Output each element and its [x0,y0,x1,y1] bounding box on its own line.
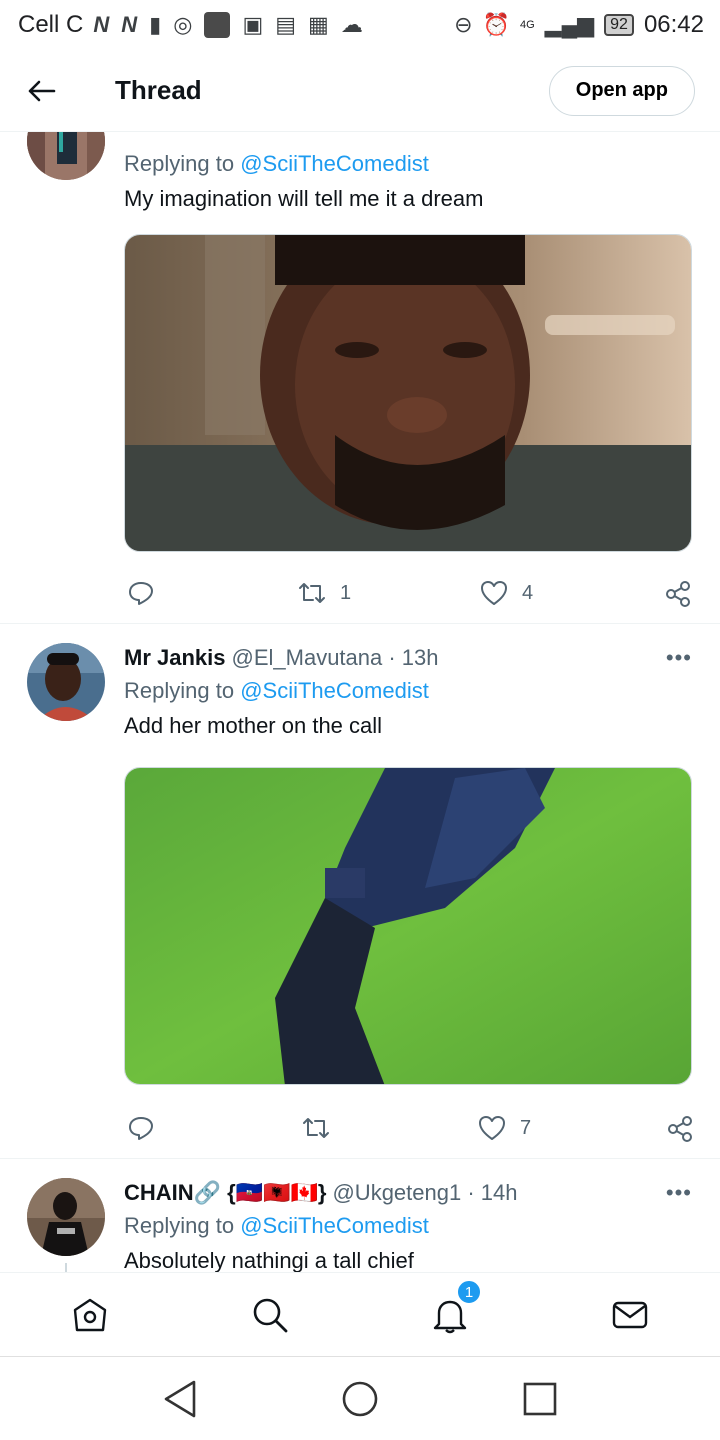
home-tab[interactable] [68,1293,112,1337]
share-icon [666,581,690,607]
square-recents-icon [523,1382,557,1416]
activity-icon: ▤ [275,12,297,37]
open-app-button[interactable]: Open app [548,65,695,116]
retweet-button[interactable] [302,1115,344,1141]
tweet-image[interactable] [124,234,692,552]
more-options-button[interactable]: ••• [666,645,692,671]
explore-tab[interactable] [248,1293,292,1337]
tweet-image[interactable] [124,767,692,1085]
image-icon: ▣ [242,12,264,37]
like-count: 7 [520,1116,532,1139]
notification-badge: 1 [456,1279,482,1305]
like-count: 4 [522,581,534,604]
circle-home-icon [342,1381,378,1417]
location-icon: ◎ [173,12,193,37]
share-button[interactable] [664,580,692,608]
mail-icon [612,1301,648,1329]
reply-icon [129,1117,153,1140]
replying-to: Replying to @SciiTheComedist [124,1213,429,1238]
more-options-button[interactable]: ••• [666,1180,692,1206]
do-not-disturb-icon: ⊖ [454,12,473,37]
author-meta: @El_Mavutana · 13h [231,645,439,670]
avatar[interactable] [27,643,105,721]
retweet-icon [299,583,325,603]
avatar-image [27,643,105,721]
mention-link[interactable]: @SciiTheComedist [240,678,429,703]
triangle-back-icon [164,1380,196,1418]
search-icon [253,1298,288,1333]
alarm-icon: ⏰ [482,12,511,37]
like-button[interactable]: 7 [478,1115,531,1141]
heart-icon [479,1116,505,1140]
page-title: Thread [115,75,202,105]
messages-tab[interactable] [608,1293,652,1337]
replying-to: Replying to @SciiTheComedist [124,151,429,176]
author-name[interactable]: Mr Jankis [124,645,226,671]
app-icon [204,12,231,38]
heart-icon [481,581,507,605]
system-recents-button[interactable] [518,1377,562,1421]
carrier-label: Cell C [18,11,84,38]
author-name[interactable]: CHAIN🔗 {🇭🇹🇦🇱🇨🇦} [124,1180,326,1206]
tweet[interactable]: Replying to @SciiTheComedist My imaginat… [0,132,720,624]
system-back-button[interactable] [158,1377,202,1421]
system-navigation [0,1357,720,1440]
thread-feed[interactable]: Replying to @SciiTheComedist My imaginat… [0,132,720,1272]
tweet-text: My imagination will tell me it a dream [124,186,484,211]
sim-icon: ▮ [149,12,162,37]
cloud-icon: ☁ [340,12,363,37]
tweet-actions: 7 [124,1107,694,1147]
signal-icon: ▂▄▆ [544,12,595,37]
share-button[interactable] [666,1115,694,1143]
battery-icon: 92 [604,14,634,36]
notification-icons: N N ▮ ◎ ▣ ▤ ▦ ☁ [93,12,363,38]
mention-link[interactable]: @SciiTheComedist [240,1213,429,1238]
n-app-icon: N [93,12,110,37]
arrow-left-icon [28,80,56,101]
author-meta: @Ukgeteng1 · 14h [332,1180,518,1205]
avatar-image [27,1178,105,1256]
thread-line [65,1263,67,1272]
tweet[interactable]: Mr Jankis @El_Mavutana · 13h ••• Replyin… [0,624,720,1159]
mention-link[interactable]: @SciiTheComedist [240,151,429,176]
crying-man-photo [125,235,691,551]
calendar-icon: ▦ [308,12,329,37]
notifications-tab[interactable]: 1 [428,1279,482,1337]
share-icon [668,1116,692,1142]
like-button[interactable]: 4 [480,580,533,606]
avatar[interactable] [27,132,105,180]
avatar[interactable] [27,1178,105,1256]
tweet[interactable]: CHAIN🔗 {🇭🇹🇦🇱🇨🇦} @Ukgeteng1 · 14h ••• Rep… [0,1159,720,1272]
tweet-text: Add her mother on the call [124,713,383,738]
tweet-actions: 1 4 [124,572,694,612]
reply-icon [129,582,153,605]
retweet-icon [303,1118,329,1138]
replying-to: Replying to @SciiTheComedist [124,678,429,703]
reply-button[interactable] [128,1115,154,1141]
retweet-count: 1 [340,581,352,604]
system-home-button[interactable] [338,1377,382,1421]
clock: 06:42 [643,11,704,38]
bottom-navigation: 1 [0,1272,720,1357]
retweet-button[interactable]: 1 [298,580,351,606]
tweet-header: Mr Jankis @El_Mavutana · 13h ••• [124,643,692,673]
network-type: 4G [520,18,535,31]
reply-button[interactable] [128,580,154,606]
thread-header: Thread Open app [0,50,720,132]
home-icon [73,1298,107,1332]
soccer-field-photo [125,768,691,1084]
status-bar: Cell C N N ▮ ◎ ▣ ▤ ▦ ☁ ⊖ ⏰ 4G ▂▄▆ 92 06:… [0,0,720,50]
back-button[interactable] [12,61,72,121]
avatar-image [27,132,105,180]
n-app-icon: N [121,12,138,37]
tweet-header: CHAIN🔗 {🇭🇹🇦🇱🇨🇦} @Ukgeteng1 · 14h ••• [124,1178,692,1208]
tweet-text: Absolutely nathingi a tall chief [124,1248,414,1272]
